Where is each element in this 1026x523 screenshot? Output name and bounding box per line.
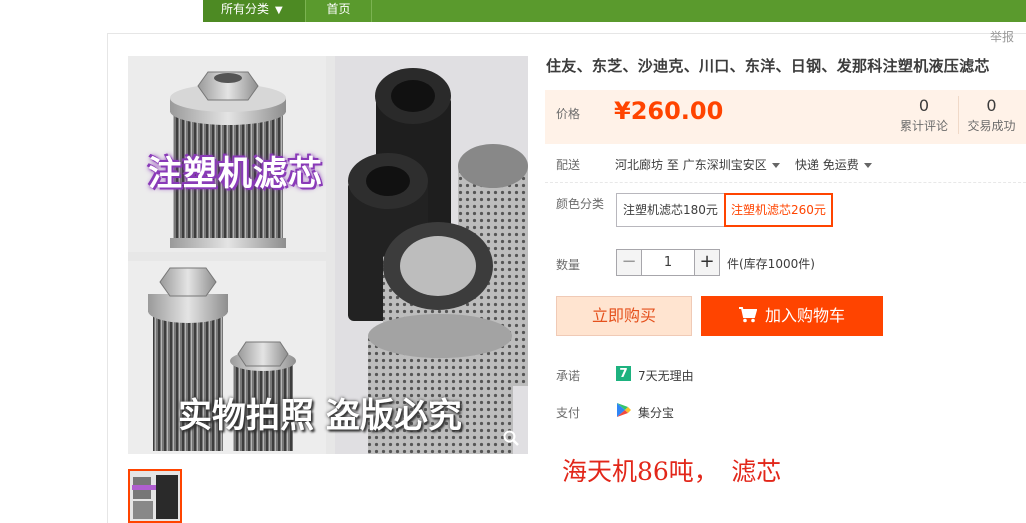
product-main-image[interactable]: 注塑机滤芯 实物拍照 盗版必究 <box>128 56 528 454</box>
quantity-stepper: − + <box>616 249 720 276</box>
dropdown-arrow-icon: ▼ <box>275 5 283 16</box>
shipping-label: 配送 <box>556 158 581 172</box>
price-box: 价格 ¥260.00 0 累计评论 0 交易成功 <box>545 90 1026 144</box>
all-categories-label: 所有分类 <box>221 2 270 16</box>
play-store-icon <box>617 403 631 417</box>
price-label: 价格 <box>556 107 581 121</box>
chevron-down-icon <box>863 163 872 168</box>
all-categories-menu[interactable]: 所有分类 ▼ <box>203 0 305 22</box>
quantity-decrease-button[interactable]: − <box>616 249 642 276</box>
quantity-input[interactable] <box>642 249 694 276</box>
red-note-text: 海天机86吨， 滤芯 <box>562 457 782 486</box>
divider <box>545 182 1026 183</box>
payment-label: 支付 <box>556 406 581 420</box>
ship-from: 河北廊坊 <box>615 158 664 172</box>
product-thumbnail[interactable] <box>128 469 182 523</box>
stat-transactions-label: 交易成功 <box>967 119 1016 133</box>
ship-to-word: 至 <box>666 158 679 172</box>
stat-reviews[interactable]: 0 累计评论 <box>891 96 957 134</box>
ship-to-value: 广东深圳宝安区 <box>682 158 767 172</box>
top-nav-bar: 所有分类 ▼ 首页 <box>203 0 1026 22</box>
image-overlay-bottom-text: 实物拍照 盗版必究 <box>178 396 462 436</box>
quantity-label: 数量 <box>556 258 581 272</box>
color-option-260-selected[interactable]: 注塑机滤芯260元 <box>724 193 833 227</box>
ship-to-dropdown[interactable]: 广东深圳宝安区 <box>683 158 780 172</box>
cart-icon <box>738 307 758 323</box>
quantity-increase-button[interactable]: + <box>694 249 720 276</box>
product-title: 住友、东芝、沙迪克、川口、东洋、日钢、发那科注塑机液压滤芯 <box>546 57 990 75</box>
color-label: 颜色分类 <box>556 197 605 211</box>
add-to-cart-button[interactable]: 加入购物车 <box>701 296 883 336</box>
buy-now-button[interactable]: 立即购买 <box>556 296 692 336</box>
seven-day-return-icon: 7 <box>616 366 631 381</box>
stat-transactions: 0 交易成功 <box>958 96 1024 134</box>
shipping-method-value: 快递 免运费 <box>794 158 859 172</box>
zoom-magnifier-icon[interactable] <box>503 430 519 446</box>
add-to-cart-label: 加入购物车 <box>764 306 845 325</box>
stat-reviews-label: 累计评论 <box>899 119 948 133</box>
stat-reviews-count: 0 <box>918 96 930 115</box>
shipping-method-dropdown[interactable]: 快递 免运费 <box>795 158 872 172</box>
thumbnail-image <box>130 471 180 521</box>
stock-info: 件(库存1000件) <box>727 257 815 271</box>
color-option-180[interactable]: 注塑机滤芯180元 <box>616 193 725 227</box>
chevron-down-icon <box>771 163 780 168</box>
payment-text: 集分宝 <box>638 406 675 420</box>
price-value: ¥260.00 <box>614 97 724 125</box>
promise-text[interactable]: 7天无理由 <box>638 367 694 384</box>
image-overlay-top-text: 注塑机滤芯 <box>148 154 323 194</box>
stat-transactions-count: 0 <box>986 96 997 115</box>
promise-label: 承诺 <box>556 369 581 383</box>
shipping-info: 河北廊坊 至 广东深圳宝安区 快递 免运费 <box>615 156 872 173</box>
report-link[interactable]: 举报 <box>990 28 1014 45</box>
home-link[interactable]: 首页 <box>305 0 372 22</box>
